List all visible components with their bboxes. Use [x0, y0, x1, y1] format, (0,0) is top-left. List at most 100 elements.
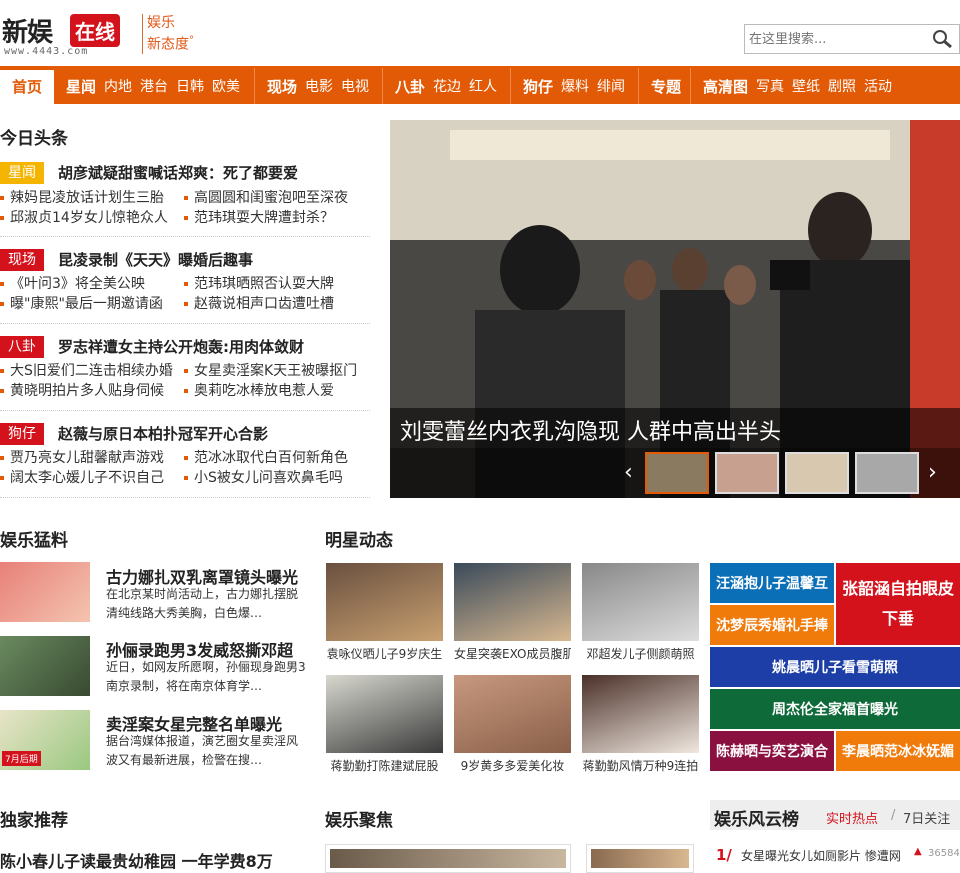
- nav-item[interactable]: 八卦: [395, 76, 425, 97]
- gossip-thumb[interactable]: [0, 636, 90, 696]
- star-photo-caption[interactable]: 邓超发儿子侧颜萌照: [582, 645, 699, 662]
- news-link[interactable]: 曝"康熙"最后一期邀请函: [0, 294, 163, 314]
- ranking-tab-realtime[interactable]: 实时热点: [826, 808, 878, 827]
- news-link[interactable]: 《叶问3》将全美公映: [0, 274, 145, 294]
- focus-card[interactable]: [586, 844, 694, 873]
- news-link[interactable]: 高圆圆和闺蜜泡吧至深夜: [184, 188, 348, 208]
- nav-item[interactable]: 爆料: [561, 76, 589, 96]
- search-input[interactable]: [745, 25, 925, 53]
- tile-link[interactable]: 张韶涵自拍眼皮下垂: [836, 563, 960, 645]
- divider: [0, 236, 370, 237]
- gossip-desc: 在北京某时尚活动上，古力娜扎摆脱清纯线路大秀美胸，白色爆…: [106, 587, 299, 620]
- slider-prev-arrow[interactable]: ‹: [624, 462, 633, 484]
- slogan: 娱乐 新态度°: [142, 14, 212, 54]
- star-photo[interactable]: [326, 675, 443, 753]
- star-photo[interactable]: [454, 563, 571, 641]
- star-photo-caption[interactable]: 女星突袭EXO成员腹肌: [454, 645, 571, 662]
- nav-home[interactable]: 首页: [0, 70, 54, 104]
- rank-item-link[interactable]: 女星曝光女儿如厕影片 惨遭网: [741, 847, 901, 864]
- news-link[interactable]: 阔太李心媛儿子不识自己: [0, 468, 164, 488]
- news-link[interactable]: 小S被女儿问喜欢鼻毛吗: [184, 468, 343, 488]
- nav-item[interactable]: 欧美: [212, 76, 240, 96]
- star-photo-caption[interactable]: 蒋勤勤打陈建斌屁股: [326, 757, 443, 774]
- focus-card[interactable]: [325, 844, 571, 873]
- news-headline[interactable]: 昆凌录制《天天》曝婚后趣事: [58, 249, 253, 271]
- nav-item[interactable]: 剧照: [828, 76, 856, 96]
- star-photo[interactable]: [326, 563, 443, 641]
- nav-item[interactable]: 高清图: [703, 76, 748, 97]
- news-headline[interactable]: 赵薇与原日本柏扑冠军开心合影: [58, 423, 268, 445]
- nav-item[interactable]: 专题: [651, 76, 681, 97]
- nav-item[interactable]: 内地: [104, 76, 132, 96]
- tile-link[interactable]: 周杰伦全家福首曝光: [710, 689, 960, 729]
- slider-thumb[interactable]: [855, 452, 919, 494]
- news-link[interactable]: 范玮琪晒照否认耍大牌: [184, 274, 334, 294]
- search-button[interactable]: [931, 29, 955, 49]
- nav-item[interactable]: 绯闻: [597, 76, 625, 96]
- section-title-exclusive: 独家推荐: [0, 811, 68, 831]
- nav-item[interactable]: 星闻: [66, 76, 96, 97]
- nav-item[interactable]: 写真: [756, 76, 784, 96]
- news-link[interactable]: 黄晓明拍片多人贴身伺候: [0, 381, 164, 401]
- tile-link[interactable]: 姚晨晒儿子看雪萌照: [710, 647, 960, 687]
- slide-caption[interactable]: 刘雯蕾丝内衣乳沟隐现 人群中高出半头: [400, 414, 781, 446]
- star-photo-caption[interactable]: 9岁黄多多爱美化妆: [454, 757, 571, 774]
- news-link[interactable]: 女星卖淫案K天王被曝抠门: [184, 361, 357, 381]
- search-icon: [933, 30, 952, 49]
- nav-item[interactable]: 活动: [864, 76, 892, 96]
- tile-link[interactable]: 汪涵抱儿子温馨互: [710, 563, 834, 603]
- rank-count: 36584: [928, 848, 960, 859]
- section-title-focus: 娱乐聚焦: [325, 811, 393, 831]
- section-title-gossip: 娱乐猛料: [0, 531, 68, 551]
- tile-link[interactable]: 沈梦辰秀婚礼手捧: [710, 605, 834, 645]
- nav-item[interactable]: 狗仔: [523, 76, 553, 97]
- news-link[interactable]: 大S旧爱们二连击相续办婚: [0, 361, 173, 381]
- news-headline[interactable]: 胡彦斌疑甜蜜喊话郑爽：死了都要爱: [58, 162, 298, 184]
- slider-thumb[interactable]: [715, 452, 779, 494]
- star-photo-caption[interactable]: 袁咏仪晒儿子9岁庆生: [326, 645, 443, 662]
- news-headline[interactable]: 罗志祥遭女主持公开炮轰:用肉体敛财: [58, 336, 304, 358]
- divider: [0, 323, 370, 324]
- nav-item[interactable]: 电视: [341, 76, 369, 96]
- nav-group-bagua: 八卦 花边 红人: [382, 68, 510, 104]
- tile-link[interactable]: 陈赫晒与奕艺演合: [710, 731, 834, 771]
- focus-image: [330, 849, 566, 868]
- category-tag[interactable]: 八卦: [0, 336, 44, 358]
- star-photo[interactable]: [582, 563, 699, 641]
- nav-item[interactable]: 红人: [469, 76, 497, 96]
- nav-group-xianchang: 现场 电影 电视: [254, 68, 382, 104]
- star-photo[interactable]: [454, 675, 571, 753]
- nav-item[interactable]: 港台: [140, 76, 168, 96]
- star-photo[interactable]: [582, 675, 699, 753]
- ranking-tab-week[interactable]: 7日关注: [903, 808, 950, 827]
- slider-next-arrow[interactable]: ›: [928, 462, 937, 484]
- news-link[interactable]: 贾乃亮女儿甜馨献声游戏: [0, 448, 164, 468]
- slogan-line-2: 新态度°: [147, 32, 212, 54]
- nav-item[interactable]: 现场: [267, 76, 297, 97]
- news-link[interactable]: 邱淑贞14岁女儿惊艳众人: [0, 208, 168, 228]
- nav-item[interactable]: 日韩: [176, 76, 204, 96]
- tile-link[interactable]: 李晨晒范冰冰妩媚: [836, 731, 960, 771]
- news-link[interactable]: 范冰冰取代白百何新角色: [184, 448, 348, 468]
- news-link[interactable]: 范玮琪耍大牌遭封杀？: [184, 208, 334, 228]
- category-tag[interactable]: 现场: [0, 249, 44, 271]
- gossip-thumb[interactable]: 7月后期: [0, 710, 90, 770]
- slogan-line-2-text: 新态度: [147, 36, 189, 53]
- section-title-stars: 明星动态: [325, 531, 393, 551]
- site-logo[interactable]: 新娱 在线 www.4443.com: [2, 12, 132, 58]
- category-tag[interactable]: 星闻: [0, 162, 44, 184]
- gossip-thumb[interactable]: [0, 562, 90, 622]
- news-link[interactable]: 奥莉吃冰棒放电惹人爱: [184, 381, 334, 401]
- exclusive-headline[interactable]: 陈小春儿子读最贵幼稚园 一年学费8万: [0, 848, 273, 872]
- star-photo-caption[interactable]: 蒋勤勤风情万种9连拍: [582, 757, 699, 774]
- nav-item[interactable]: 壁纸: [792, 76, 820, 96]
- logo-url: www.4443.com: [4, 46, 89, 57]
- news-link[interactable]: 赵薇说相声口齿遭吐槽: [184, 294, 334, 314]
- slider-thumb[interactable]: [785, 452, 849, 494]
- news-link[interactable]: 辣妈昆凌放话计划生三胎: [0, 188, 164, 208]
- nav-item[interactable]: 电影: [305, 76, 333, 96]
- category-tag[interactable]: 狗仔: [0, 423, 44, 445]
- nav-item[interactable]: 花边: [433, 76, 461, 96]
- main-nav: 首页 星闻 内地 港台 日韩 欧美 现场 电影 电视 八卦 花边 红人 狗仔 爆…: [0, 66, 960, 104]
- slider-thumb[interactable]: [645, 452, 709, 494]
